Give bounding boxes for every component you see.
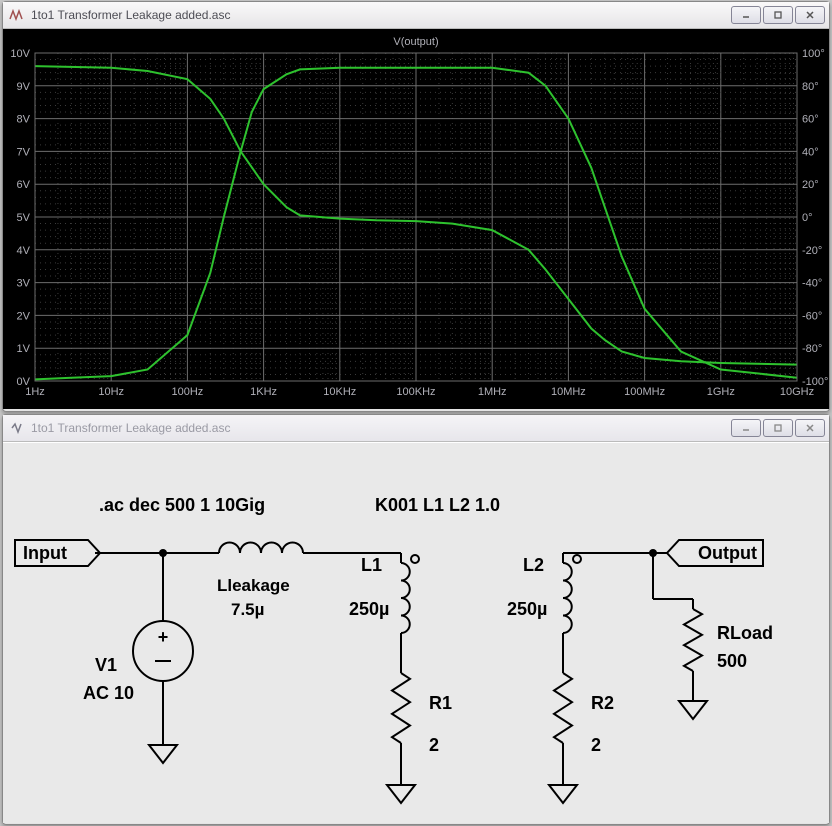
schematic-area[interactable]: .ac dec 500 1 10Gig K001 L1 L2 1.0 Input + V… [3, 442, 829, 823]
x-tick: 1KHz [250, 386, 277, 398]
svg-text:+: + [158, 627, 169, 647]
y-left-tick: 7V [17, 146, 31, 158]
schematic-titlebar[interactable]: 1to1 Transformer Leakage added.asc [3, 415, 829, 442]
y-right-tick: 60° [802, 114, 819, 126]
minimize-button[interactable] [731, 6, 761, 24]
schematic-text: 500 [717, 651, 747, 671]
x-tick: 100Hz [172, 386, 204, 398]
schematic-canvas: .ac dec 500 1 10Gig K001 L1 L2 1.0 Input + V… [3, 443, 829, 823]
y-left-tick: 1V [17, 343, 31, 355]
y-left-tick: 9V [17, 81, 31, 93]
schematic-text: 2 [591, 735, 601, 755]
y-left-tick: 3V [17, 278, 31, 290]
close-button[interactable] [795, 6, 825, 24]
schematic-text: Lleakage [217, 576, 290, 595]
y-left-tick: 5V [17, 212, 31, 224]
plot-titlebar[interactable]: 1to1 Transformer Leakage added.asc [3, 2, 829, 29]
schematic-text: 2 [429, 735, 439, 755]
maximize-button[interactable] [763, 419, 793, 437]
x-tick: 10MHz [551, 386, 586, 398]
schematic-text: .ac dec 500 1 10Gig [99, 495, 265, 515]
y-left-tick: 2V [17, 310, 31, 322]
net-label: Output [667, 540, 763, 566]
schematic-text: R1 [429, 693, 452, 713]
y-left-tick: 0V [17, 376, 31, 388]
y-right-tick: -20° [802, 245, 822, 257]
x-tick: 10KHz [323, 386, 356, 398]
y-left-tick: 4V [17, 245, 31, 257]
y-right-tick: -40° [802, 278, 822, 290]
y-right-tick: 40° [802, 146, 819, 158]
schematic-text: AC 10 [83, 683, 134, 703]
y-right-tick: -80° [802, 343, 822, 355]
schematic-text: L2 [523, 555, 544, 575]
y-right-tick: -100° [802, 376, 828, 388]
schematic-text: L1 [361, 555, 382, 575]
app-icon [9, 420, 25, 436]
window-buttons [731, 419, 825, 437]
schematic-text: K001 L1 L2 1.0 [375, 495, 500, 515]
schematic-title: 1to1 Transformer Leakage added.asc [31, 421, 731, 435]
schematic-text: 7.5µ [231, 600, 264, 619]
schematic-window: 1to1 Transformer Leakage added.asc .ac d… [2, 414, 830, 825]
y-right-tick: -60° [802, 310, 822, 322]
y-right-tick: 100° [802, 48, 825, 60]
plot-title: 1to1 Transformer Leakage added.asc [31, 8, 731, 22]
plot-window: 1to1 Transformer Leakage added.asc 1Hz10… [2, 1, 830, 412]
schematic-text: 250µ [507, 599, 547, 619]
y-left-tick: 6V [17, 179, 31, 191]
window-buttons [731, 6, 825, 24]
plot-canvas: 1Hz10Hz100Hz1KHz10KHz100KHz1MHz10MHz100M… [3, 29, 829, 409]
schematic-text: V1 [95, 655, 117, 675]
close-button[interactable] [795, 419, 825, 437]
x-tick: 100MHz [624, 386, 665, 398]
y-left-tick: 10V [10, 48, 30, 60]
x-tick: 1GHz [707, 386, 735, 398]
minimize-button[interactable] [731, 419, 761, 437]
x-tick: 1MHz [478, 386, 507, 398]
x-tick: 100KHz [396, 386, 435, 398]
svg-text:Input: Input [23, 543, 67, 563]
schematic-text: RLoad [717, 623, 773, 643]
schematic-text: 250µ [349, 599, 389, 619]
net-label: Input [15, 540, 100, 566]
trace-legend: V(output) [393, 36, 438, 48]
x-tick: 10Hz [98, 386, 124, 398]
y-right-tick: 0° [802, 212, 813, 224]
app-icon [9, 7, 25, 23]
maximize-button[interactable] [763, 6, 793, 24]
y-right-tick: 20° [802, 179, 819, 191]
schematic-text: R2 [591, 693, 614, 713]
plot-area[interactable]: 1Hz10Hz100Hz1KHz10KHz100KHz1MHz10MHz100M… [3, 29, 829, 409]
svg-text:Output: Output [698, 543, 757, 563]
y-left-tick: 8V [17, 114, 31, 126]
y-right-tick: 80° [802, 81, 819, 93]
